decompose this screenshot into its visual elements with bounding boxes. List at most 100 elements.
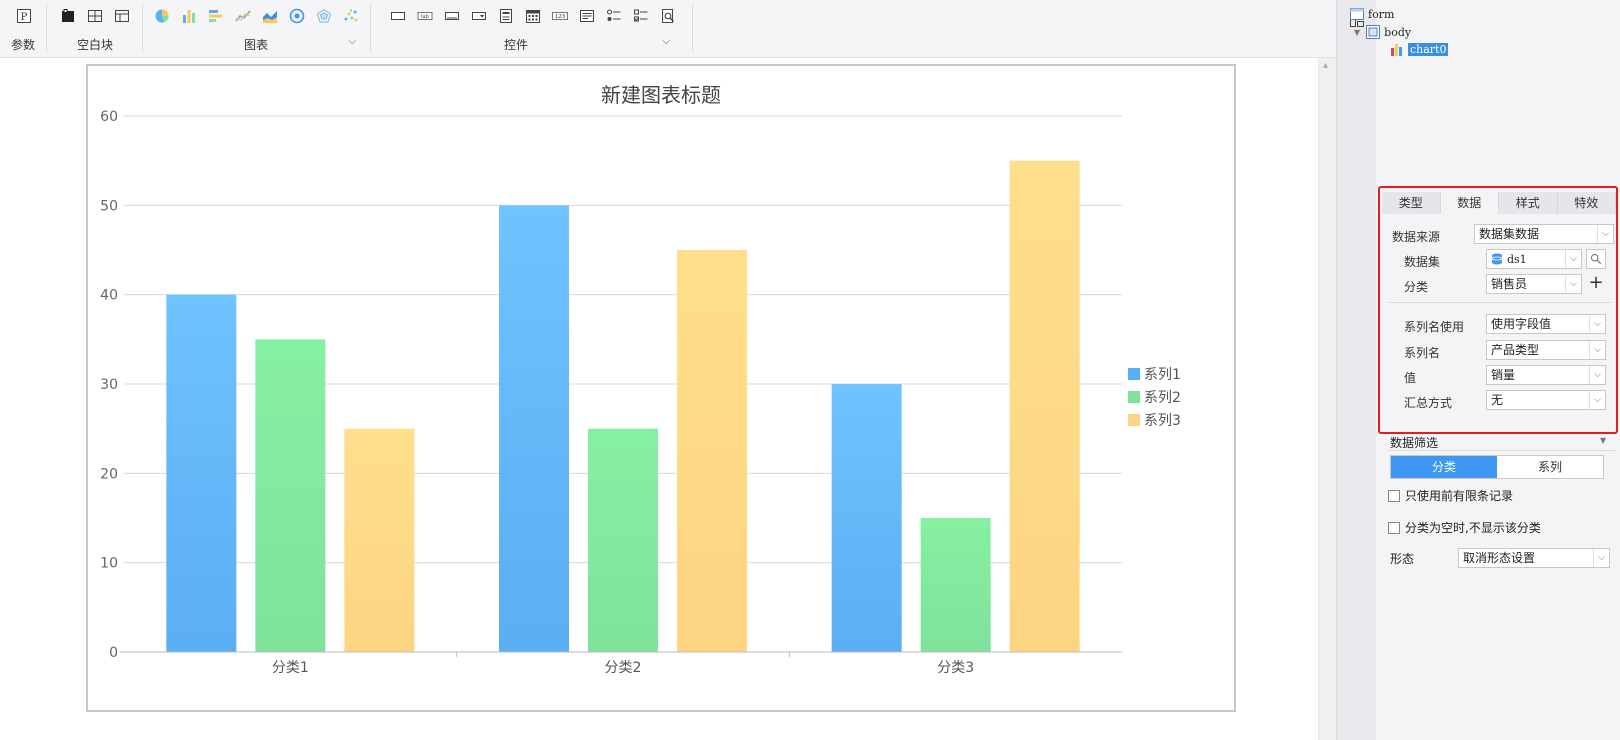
- tree-widget-icon[interactable]: [498, 8, 514, 24]
- line-chart-icon[interactable]: [235, 8, 251, 24]
- legend-swatch: [1128, 368, 1140, 380]
- legend-label: 系列3: [1144, 413, 1181, 429]
- number-widget-icon[interactable]: 123: [552, 8, 568, 24]
- chevron-down-icon: ⌵: [1597, 225, 1613, 243]
- summary-select[interactable]: 无 ⌵: [1486, 390, 1606, 410]
- button-widget-icon[interactable]: [390, 8, 406, 24]
- label-widget-icon[interactable]: lab: [417, 8, 433, 24]
- segment-series[interactable]: 系列: [1497, 456, 1603, 478]
- tree-node-body[interactable]: ▼ body: [1354, 24, 1411, 40]
- toolbar-group-widgets: lab 123 控件 ⌵: [372, 0, 692, 56]
- legend-label: 系列1: [1144, 367, 1181, 383]
- form-value: 取消形态设置: [1463, 551, 1536, 565]
- segment-category[interactable]: 分类: [1391, 456, 1497, 478]
- x-tick-label: 分类2: [605, 660, 642, 676]
- checkbox-box[interactable]: [1388, 489, 1400, 502]
- bar-chart: 0 10 20 30 40 50 60 分类1 分类2 分类3 新建图表标题 系列1 系列2 系列3: [100, 83, 1181, 676]
- chevron-down-icon: ⌵: [1589, 366, 1605, 384]
- svg-text:P: P: [21, 12, 28, 23]
- value-select[interactable]: 销量 ⌵: [1486, 365, 1606, 385]
- legend-swatch: [1128, 391, 1140, 403]
- scatter-chart-icon[interactable]: [343, 8, 359, 24]
- date-widget-icon[interactable]: [525, 8, 541, 24]
- dropdown-widget-icon[interactable]: [471, 8, 487, 24]
- bar: [677, 250, 747, 652]
- value-value: 销量: [1491, 368, 1516, 382]
- tab-effect[interactable]: 特效: [1557, 192, 1616, 214]
- data-source-value: 数据集数据: [1479, 227, 1540, 241]
- chevron-down-icon: ⌵: [1565, 250, 1581, 268]
- chevron-down-icon: ⌵: [1589, 315, 1605, 333]
- series-name-label: 系列名: [1404, 346, 1441, 360]
- param-icon[interactable]: P: [16, 8, 32, 24]
- bar: [344, 428, 415, 652]
- y-tick-label: 40: [100, 288, 118, 304]
- checkbox-group-icon[interactable]: [633, 8, 649, 24]
- chart-node-icon: [1391, 44, 1402, 56]
- dataset-select[interactable]: ds1 ⌵: [1486, 249, 1582, 269]
- split-layout-icon[interactable]: [87, 8, 103, 24]
- area-chart-icon[interactable]: [262, 8, 278, 24]
- limit-records-checkbox[interactable]: 只使用前有限条记录: [1388, 487, 1513, 504]
- chart-title: 新建图表标题: [601, 83, 721, 107]
- y-tick-label: 20: [100, 466, 118, 482]
- pie-chart-icon[interactable]: [154, 8, 170, 24]
- chart-widget[interactable]: 0 10 20 30 40 50 60 分类1 分类2 分类3 新建图表标题 系列1 系列2 系列3: [86, 64, 1236, 712]
- radar-chart-icon[interactable]: [316, 8, 332, 24]
- tab-data[interactable]: 数据: [1440, 192, 1499, 214]
- form-select[interactable]: 取消形态设置 ⌵: [1458, 548, 1610, 568]
- bar: [499, 205, 569, 653]
- chevron-down-icon: ⌵: [1565, 275, 1581, 293]
- chart-legend: 系列1 系列2 系列3: [1128, 367, 1181, 429]
- toolbar-group-label: 空白块: [76, 38, 113, 52]
- toolbar-group-blank: 空白块: [48, 0, 142, 56]
- summary-label: 汇总方式: [1404, 396, 1453, 410]
- dataset-value: ds1: [1507, 253, 1527, 266]
- list-widget-icon[interactable]: [579, 8, 595, 24]
- bar: [588, 428, 658, 652]
- add-category-button[interactable]: +: [1586, 274, 1606, 294]
- toolbar-group-label: 参数: [10, 38, 35, 52]
- text-input-widget-icon[interactable]: [444, 8, 460, 24]
- scroll-up-arrow-icon[interactable]: ▴: [1323, 60, 1328, 71]
- category-label: 分类: [1404, 280, 1429, 294]
- chevron-down-icon[interactable]: ⌵: [662, 36, 670, 47]
- chevron-down-icon[interactable]: ⌵: [348, 36, 356, 47]
- preview-search-icon[interactable]: [660, 8, 676, 24]
- y-tick-label: 60: [100, 109, 118, 125]
- database-icon: [1491, 253, 1503, 265]
- chevron-down-icon: ⌵: [1593, 549, 1609, 567]
- radio-group-icon[interactable]: [606, 8, 622, 24]
- gauge-chart-icon[interactable]: [289, 8, 305, 24]
- body-icon: [1366, 25, 1381, 39]
- category-select[interactable]: 销售员 ⌵: [1486, 274, 1582, 294]
- section-divider: [1388, 450, 1616, 451]
- data-source-select[interactable]: 数据集数据 ⌵: [1474, 224, 1614, 244]
- vertical-scrollbar[interactable]: ▴: [1318, 58, 1336, 740]
- category-value: 销售员: [1491, 277, 1528, 291]
- toolbar-separator: [46, 4, 47, 52]
- tree-node-form[interactable]: form: [1350, 6, 1394, 22]
- series-name-use-select[interactable]: 使用字段值 ⌵: [1486, 314, 1606, 334]
- toolbar-group-label: 图表: [243, 38, 268, 52]
- bar: [831, 384, 902, 652]
- checkbox-label: 分类为空时,不显示该分类: [1405, 521, 1541, 535]
- horizontal-bar-icon[interactable]: [208, 8, 224, 24]
- bar-chart-icon[interactable]: [181, 8, 197, 24]
- hide-empty-category-checkbox[interactable]: 分类为空时,不显示该分类: [1388, 519, 1541, 536]
- legend-swatch: [1128, 414, 1140, 426]
- expand-triangle-icon[interactable]: ▼: [1354, 28, 1360, 37]
- tree-node-label: form: [1368, 7, 1395, 21]
- collapse-triangle-icon[interactable]: ▼: [1600, 436, 1606, 445]
- block-icon[interactable]: [60, 8, 76, 24]
- checkbox-box[interactable]: [1388, 521, 1400, 534]
- dataset-search-button[interactable]: [1586, 249, 1606, 269]
- checkbox-label: 只使用前有限条记录: [1405, 489, 1514, 503]
- tab-style[interactable]: 样式: [1499, 192, 1558, 214]
- tree-node-label: body: [1384, 25, 1412, 39]
- toolbar: P 参数 空白块 图表 ⌵ lab 123 控件 ⌵: [0, 0, 1340, 58]
- tab-type[interactable]: 类型: [1382, 192, 1441, 214]
- tab-layout-icon[interactable]: [114, 8, 130, 24]
- series-name-select[interactable]: 产品类型 ⌵: [1486, 340, 1606, 360]
- tree-node-chart0[interactable]: chart0: [1390, 41, 1449, 57]
